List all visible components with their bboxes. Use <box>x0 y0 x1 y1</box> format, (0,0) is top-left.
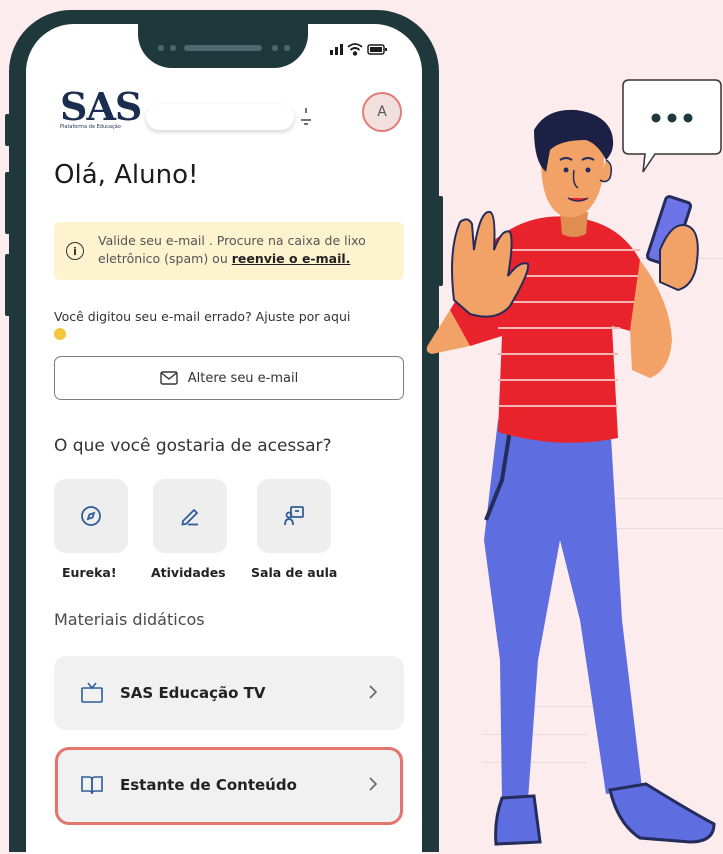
avatar[interactable]: A <box>362 92 402 132</box>
alert-message: Valide seu e-mail . Procure na caixa de … <box>98 232 398 268</box>
trousers <box>484 420 642 802</box>
app-logo[interactable]: SAS <box>60 88 142 126</box>
greeting-title: Olá, Aluno! <box>54 160 199 190</box>
pencil-icon <box>181 508 199 526</box>
highlight-outline <box>55 747 403 825</box>
right-shoe <box>608 782 716 844</box>
app-logo-subtitle: Plataforma de Educação <box>60 124 121 130</box>
bell-icon[interactable] <box>294 104 318 128</box>
material-sas-tv[interactable]: SAS Educação TV <box>54 656 404 730</box>
email-correction-prompt: Você digitou seu e-mail errado? Ajuste p… <box>54 308 404 340</box>
shortcut-label: Sala de aula <box>251 565 338 580</box>
battery-icon <box>367 44 387 55</box>
access-heading: O que você gostaria de acessar? <box>54 436 332 456</box>
compass-icon <box>81 506 101 526</box>
phone-notch <box>138 24 308 68</box>
chevron-right-icon <box>369 685 378 699</box>
material-label: SAS Educação TV <box>120 684 266 702</box>
grinning-emoji-icon <box>54 328 66 340</box>
left-shoe <box>494 794 542 846</box>
phone-side-button <box>5 254 10 316</box>
email-prompt-text: Você digitou seu e-mail errado? Ajuste p… <box>54 309 351 324</box>
shortcut-eureka[interactable] <box>54 479 128 553</box>
search-bar[interactable] <box>146 104 294 130</box>
shortcut-sala-de-aula[interactable] <box>257 479 331 553</box>
phone-side-button <box>5 172 10 234</box>
resend-email-link[interactable]: reenvie o e-mail. <box>232 251 351 266</box>
wifi-icon <box>347 43 363 56</box>
shortcut-atividades[interactable] <box>153 479 227 553</box>
materials-heading: Materiais didáticos <box>54 610 205 629</box>
shortcut-label: Atividades <box>151 565 226 580</box>
email-validation-alert: i Valide seu e-mail . Procure na caixa d… <box>54 222 404 280</box>
student-illustration <box>426 109 716 846</box>
signal-icon <box>330 44 343 55</box>
mail-icon <box>160 371 178 385</box>
app-header: SAS Plataforma de Educação A <box>26 64 422 154</box>
tv-icon <box>81 682 103 703</box>
classroom-icon <box>284 506 304 526</box>
phone-side-button <box>5 114 10 146</box>
status-bar-icons <box>330 43 387 56</box>
change-email-button[interactable]: Altere seu e-mail <box>54 356 404 400</box>
change-email-label: Altere seu e-mail <box>187 370 299 386</box>
phone-screen: SAS Plataforma de Educação A Olá, Aluno!… <box>26 24 422 854</box>
info-icon: i <box>66 242 84 260</box>
phone-frame: SAS Plataforma de Educação A Olá, Aluno!… <box>5 10 443 854</box>
shortcut-label: Eureka! <box>62 565 117 580</box>
